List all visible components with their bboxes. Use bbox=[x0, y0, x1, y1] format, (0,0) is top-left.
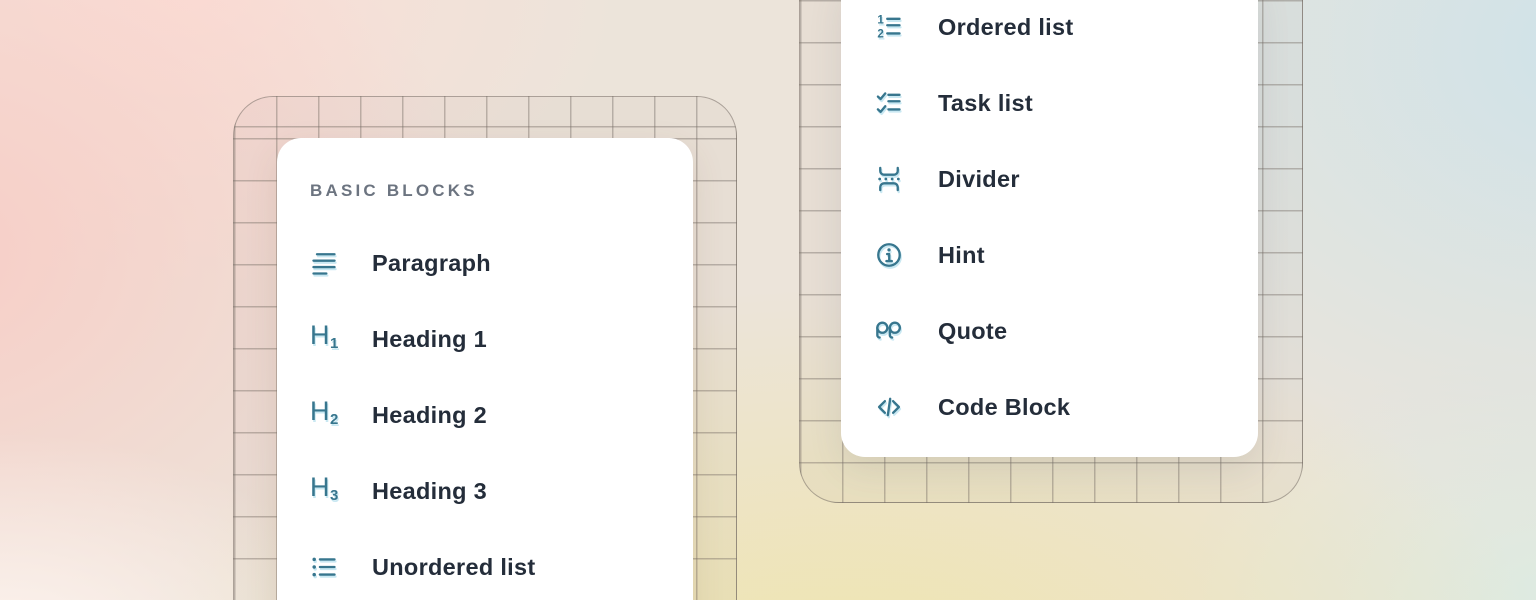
menu-item-label: Paragraph bbox=[372, 250, 491, 277]
unordered-list-icon bbox=[310, 553, 338, 581]
menu-item-label: Heading 3 bbox=[372, 478, 487, 505]
menu-item-label: Ordered list bbox=[938, 14, 1074, 41]
menu-item-label: Unordered list bbox=[372, 554, 536, 581]
menu-item-label: Task list bbox=[938, 90, 1033, 117]
paragraph-icon bbox=[310, 249, 338, 277]
menu-item-ordered-list[interactable]: 1 2 Ordered list bbox=[841, 0, 1258, 65]
divider-icon bbox=[875, 165, 903, 193]
ordered-list-icon: 1 2 bbox=[875, 13, 903, 41]
menu-item-divider[interactable]: Divider bbox=[841, 141, 1258, 217]
svg-text:1: 1 bbox=[877, 14, 884, 27]
basic-blocks-list: Paragraph H1 Heading 1 H2 Heading 2 H3 H… bbox=[277, 225, 693, 600]
hint-icon bbox=[875, 241, 903, 269]
menu-item-heading-3[interactable]: H3 Heading 3 bbox=[277, 453, 693, 529]
blocks-menu-continued: 1 2 Ordered list bbox=[841, 0, 1258, 457]
menu-item-paragraph[interactable]: Paragraph bbox=[277, 225, 693, 301]
heading-3-icon: H3 bbox=[310, 473, 338, 510]
quote-icon bbox=[875, 317, 903, 345]
menu-item-code-block[interactable]: Code Block bbox=[841, 369, 1258, 445]
svg-text:2: 2 bbox=[877, 28, 884, 41]
task-list-icon bbox=[875, 89, 903, 117]
menu-item-label: Code Block bbox=[938, 394, 1070, 421]
illustration-canvas: BASIC BLOCKS Paragraph H1 Heading 1 bbox=[0, 0, 1536, 600]
menu-item-hint[interactable]: Hint bbox=[841, 217, 1258, 293]
menu-item-label: Divider bbox=[938, 166, 1020, 193]
section-label: BASIC BLOCKS bbox=[310, 180, 693, 202]
menu-item-heading-2[interactable]: H2 Heading 2 bbox=[277, 377, 693, 453]
menu-item-heading-1[interactable]: H1 Heading 1 bbox=[277, 301, 693, 377]
menu-item-unordered-list[interactable]: Unordered list bbox=[277, 529, 693, 600]
menu-item-task-list[interactable]: Task list bbox=[841, 65, 1258, 141]
basic-blocks-menu: BASIC BLOCKS Paragraph H1 Heading 1 bbox=[277, 138, 693, 600]
menu-item-label: Quote bbox=[938, 318, 1007, 345]
menu-item-quote[interactable]: Quote bbox=[841, 293, 1258, 369]
menu-item-label: Heading 2 bbox=[372, 402, 487, 429]
menu-item-label: Heading 1 bbox=[372, 326, 487, 353]
menu-item-label: Hint bbox=[938, 242, 985, 269]
code-block-icon bbox=[875, 393, 903, 421]
blocks-list: 1 2 Ordered list bbox=[841, 0, 1258, 445]
heading-2-icon: H2 bbox=[310, 397, 338, 434]
heading-1-icon: H1 bbox=[310, 321, 338, 358]
